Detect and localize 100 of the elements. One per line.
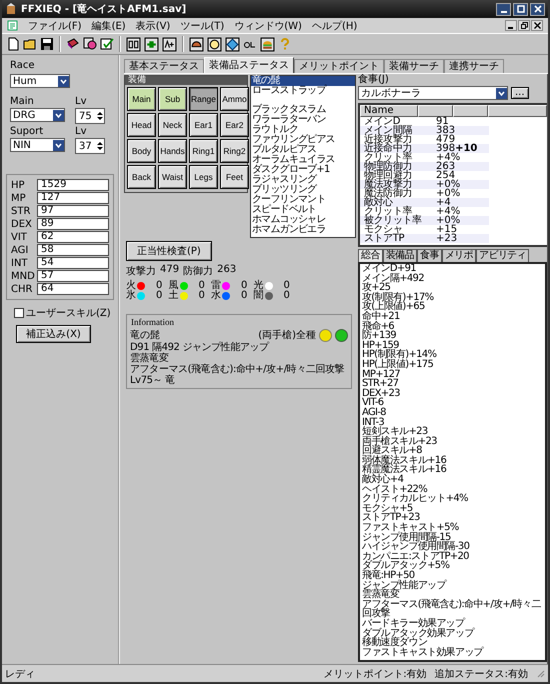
stat-field: 127	[37, 192, 109, 204]
column-header[interactable]: Name	[360, 105, 418, 117]
ring-icon[interactable]	[207, 36, 222, 52]
slot-button[interactable]: Ear2	[220, 113, 249, 137]
slot-button[interactable]: Neck	[158, 113, 187, 137]
stat-label: INT	[11, 258, 29, 268]
summary-line: 移動速度ダウン	[362, 638, 428, 648]
list-item[interactable]: ファウリングピアス	[251, 135, 355, 145]
table-cell: +15	[436, 225, 458, 234]
stat-field: 58	[37, 244, 109, 256]
column-header[interactable]	[418, 105, 453, 117]
slot-button[interactable]: Waist	[158, 165, 187, 189]
gem-icon[interactable]	[225, 36, 240, 52]
card-icon[interactable]	[162, 36, 177, 52]
restore-icon	[520, 22, 528, 29]
list-item[interactable]: ブラックタスラム	[251, 105, 355, 115]
slot-button[interactable]: Body	[127, 139, 156, 163]
list-item[interactable]: クーフリンマント	[251, 195, 355, 205]
slot-button[interactable]: Back	[127, 165, 156, 189]
checklist-icon[interactable]	[100, 37, 114, 51]
element-value: 0	[284, 291, 290, 301]
slot-button[interactable]: Feet	[220, 165, 249, 189]
tab[interactable]: 装備品	[382, 249, 418, 262]
list-item[interactable]: ブリッツリング	[251, 185, 355, 195]
restore-button[interactable]	[518, 20, 530, 31]
food-label: 食事(J)	[358, 74, 390, 86]
adjusted-button[interactable]: 補正込み(X)	[16, 325, 91, 343]
tab[interactable]: 連携サーチ	[444, 59, 504, 73]
slot-button[interactable]: Ring1	[189, 139, 218, 163]
menu-item[interactable]: ツール(T)	[180, 18, 224, 32]
summary-line: 攻+25	[362, 283, 390, 293]
helmet-icon[interactable]	[189, 36, 204, 52]
tab[interactable]: 総合	[358, 249, 383, 262]
column-header[interactable]	[453, 105, 488, 117]
book-icon[interactable]	[66, 37, 80, 51]
table-cell-text: 近接攻撃力	[364, 135, 414, 144]
list-item[interactable]: ブルタルピアス	[251, 145, 355, 155]
list-item[interactable]: オーラムキュイラス	[251, 155, 355, 165]
table-cell: 398+10	[436, 144, 478, 153]
menu-item[interactable]: ウィンドウ(W)	[234, 18, 302, 32]
tab[interactable]: メリットポイント	[294, 59, 384, 73]
list-item[interactable]: スピードベルト	[251, 205, 355, 215]
summary-line: ダブルアタック+5%	[362, 561, 450, 571]
main-job-dropdown[interactable]: DRG	[10, 108, 65, 122]
summary-line: 攻(制限有)+17%	[362, 292, 434, 302]
minimize-button[interactable]	[505, 20, 517, 31]
tab[interactable]: 装備品ステータス	[204, 57, 294, 73]
list-item[interactable]: ロースストラップ	[251, 86, 355, 96]
element-label: 雷	[211, 281, 221, 291]
tab[interactable]: 食事	[417, 249, 442, 262]
slot-button[interactable]: Ear1	[189, 113, 218, 137]
list-item[interactable]: ホマムガンビエラ	[251, 225, 355, 235]
tab[interactable]: 基本ステータス	[124, 59, 204, 73]
element-value: 0	[198, 281, 205, 291]
level-spinner[interactable]: 75	[75, 108, 105, 124]
summary-line: ファストキャスト効果アップ	[362, 648, 485, 658]
minimize-button[interactable]	[496, 2, 511, 16]
food-dropdown[interactable]: カルボナーラ	[358, 86, 508, 100]
tab[interactable]: メリポ	[442, 249, 476, 262]
list-item[interactable]: 竜の髭	[251, 76, 355, 86]
menu-item[interactable]: ヘルプ(H)	[312, 18, 358, 32]
table-cell: 479	[436, 135, 456, 144]
slot-button[interactable]: Range	[189, 87, 218, 111]
race-dropdown[interactable]: Hum	[10, 74, 70, 88]
slot-button[interactable]: Sub	[158, 87, 187, 111]
disc-icon[interactable]	[83, 37, 97, 51]
user-skill-checkbox[interactable]	[14, 308, 24, 318]
item-category: (両手槍)全種	[258, 328, 316, 342]
folder-icon[interactable]	[23, 37, 37, 51]
close-button[interactable]	[531, 20, 543, 31]
stat-label: VIT	[11, 232, 28, 242]
grid-icon[interactable]	[126, 36, 141, 52]
list-item[interactable]: ダスクグローブ+1	[251, 165, 355, 175]
list-item[interactable]: ラウトルク	[251, 125, 355, 135]
level-spinner[interactable]: 37	[75, 138, 105, 154]
menu-item[interactable]: 編集(E)	[92, 18, 126, 32]
slot-button[interactable]: Ring2	[220, 139, 249, 163]
slot-button[interactable]: Hands	[158, 139, 187, 163]
support-job-dropdown[interactable]: NIN	[10, 138, 65, 152]
browse-button[interactable]: ...	[511, 87, 529, 99]
menu-item[interactable]: ファイル(F)	[28, 18, 82, 32]
check-button[interactable]: 正当性検査(P)	[126, 241, 212, 261]
save-icon[interactable]	[40, 37, 54, 51]
slot-button[interactable]: Head	[127, 113, 156, 137]
tab[interactable]: アビリティ	[476, 249, 530, 262]
spinner-arrows-icon	[96, 110, 104, 122]
slot-button[interactable]: Legs	[189, 165, 218, 189]
list-item[interactable]: ラジャスリング	[251, 175, 355, 185]
slot-button[interactable]: Main	[127, 87, 156, 111]
list-item[interactable]: ワラーラターバン	[251, 115, 355, 125]
new-document-icon[interactable]	[6, 37, 20, 51]
slot-button[interactable]: Ammo	[220, 87, 249, 111]
tab[interactable]: 装備サーチ	[384, 59, 444, 73]
menu-item[interactable]: 表示(V)	[136, 18, 170, 32]
checkbox-label: ユーザースキル(Z)	[26, 307, 111, 320]
burger-icon[interactable]	[260, 36, 275, 52]
column-header[interactable]	[488, 105, 547, 117]
maximize-button[interactable]	[513, 2, 528, 16]
close-button[interactable]	[530, 2, 545, 16]
list-item[interactable]: ホマムコッシャレ	[251, 215, 355, 225]
